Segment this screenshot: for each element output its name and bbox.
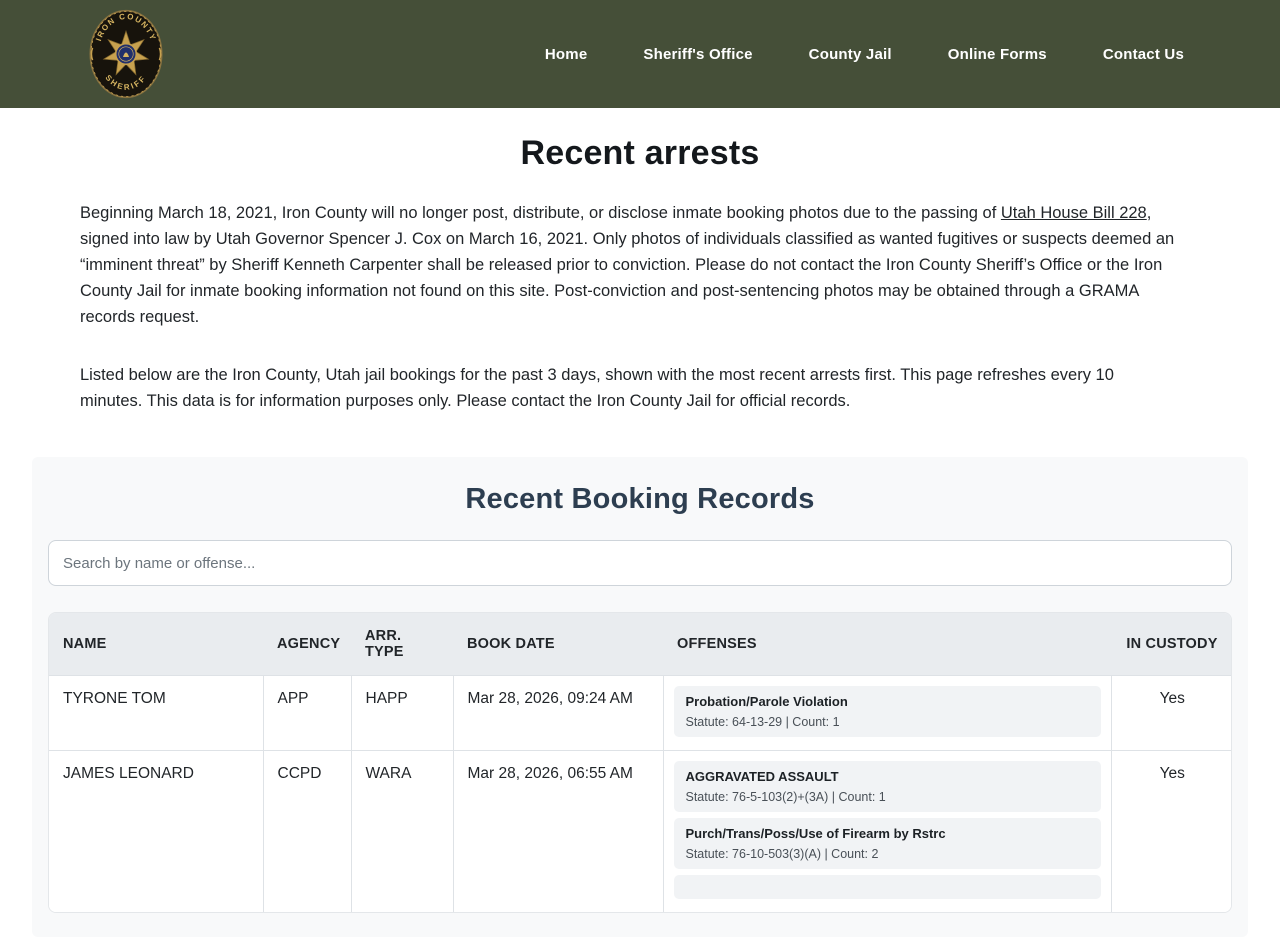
records-heading: Recent Booking Records bbox=[465, 483, 815, 515]
nav-sheriffs-office[interactable]: Sheriff's Office bbox=[643, 46, 752, 63]
nav-county-jail[interactable]: County Jail bbox=[809, 46, 892, 63]
row-book-date: Mar 28, 2026, 09:24 AM bbox=[452, 675, 663, 751]
offense-pill bbox=[673, 875, 1101, 899]
search-input[interactable] bbox=[48, 540, 1232, 586]
intro-after-link: , signed into law by Utah Governor Spenc… bbox=[80, 204, 1175, 326]
booking-table: NAME AGENCY ARR. TYPE BOOK DATE OFFENSES… bbox=[49, 613, 1231, 912]
col-header-name: NAME bbox=[49, 613, 263, 676]
main-nav: Home Sheriff's Office County Jail Online… bbox=[545, 46, 1280, 63]
utah-house-bill-link[interactable]: Utah House Bill 228 bbox=[1001, 204, 1147, 222]
intro-before-link: Beginning March 18, 2021, Iron County wi… bbox=[80, 204, 1001, 222]
offense-statute: Statute: 76-5-103(2)+(3A) | Count: 1 bbox=[685, 790, 886, 804]
nav-contact-us[interactable]: Contact Us bbox=[1103, 46, 1184, 63]
records-panel: Recent Booking Records NAME AGENCY ARR. … bbox=[32, 457, 1248, 937]
offense-title: AGGRAVATED ASSAULT bbox=[685, 769, 839, 784]
row-name: JAMES LEONARD bbox=[49, 750, 263, 912]
sheriff-badge-logo[interactable]: IRON COUNTY SHERIFF bbox=[88, 8, 164, 100]
row-name: TYRONE TOM bbox=[49, 675, 263, 751]
row-agency: CCPD bbox=[262, 750, 351, 912]
table-header-row: NAME AGENCY ARR. TYPE BOOK DATE OFFENSES… bbox=[49, 613, 1231, 676]
row-agency: APP bbox=[262, 675, 351, 751]
row-in-custody: Yes bbox=[1110, 750, 1231, 912]
offense-list: Probation/Parole Violation Statute: 64-1… bbox=[662, 675, 1111, 751]
offense-title: Probation/Parole Violation bbox=[685, 694, 848, 709]
table-row: JAMES LEONARD CCPD WARA Mar 28, 2026, 06… bbox=[49, 750, 1231, 912]
sheriff-badge-icon: IRON COUNTY SHERIFF bbox=[89, 9, 163, 99]
col-header-offenses: OFFENSES bbox=[663, 613, 1111, 676]
intro-paragraph: Beginning March 18, 2021, Iron County wi… bbox=[80, 200, 1180, 330]
offense-pill: Purch/Trans/Poss/Use of Firearm by Rstrc… bbox=[673, 818, 1101, 869]
row-in-custody: Yes bbox=[1110, 675, 1231, 751]
row-book-date: Mar 28, 2026, 06:55 AM bbox=[452, 750, 663, 912]
col-header-arr-type: ARR. TYPE bbox=[351, 613, 453, 676]
offense-title: Purch/Trans/Poss/Use of Firearm by Rstrc bbox=[685, 826, 946, 841]
site-header: IRON COUNTY SHERIFF Home Sheriff's Offic… bbox=[0, 0, 1280, 108]
col-header-agency: AGENCY bbox=[263, 613, 351, 676]
row-arr-type: HAPP bbox=[350, 675, 453, 751]
page-title: Recent arrests bbox=[520, 134, 760, 172]
col-header-in-custody: IN CUSTODY bbox=[1111, 613, 1231, 676]
main-content: Recent arrests Beginning March 18, 2021,… bbox=[0, 134, 1280, 937]
offense-pill: AGGRAVATED ASSAULT Statute: 76-5-103(2)+… bbox=[673, 761, 1101, 812]
listing-note-paragraph: Listed below are the Iron County, Utah j… bbox=[80, 366, 1114, 410]
col-header-book-date: BOOK DATE bbox=[453, 613, 663, 676]
row-arr-type: WARA bbox=[350, 750, 453, 912]
offense-pill: Probation/Parole Violation Statute: 64-1… bbox=[673, 686, 1101, 737]
booking-table-body: TYRONE TOM APP HAPP Mar 28, 2026, 09:24 … bbox=[49, 675, 1231, 912]
offense-list: AGGRAVATED ASSAULT Statute: 76-5-103(2)+… bbox=[662, 750, 1111, 912]
nav-home[interactable]: Home bbox=[545, 46, 587, 63]
offense-statute: Statute: 64-13-29 | Count: 1 bbox=[685, 715, 840, 729]
table-row: TYRONE TOM APP HAPP Mar 28, 2026, 09:24 … bbox=[49, 675, 1231, 751]
booking-table-card: NAME AGENCY ARR. TYPE BOOK DATE OFFENSES… bbox=[48, 612, 1232, 913]
nav-online-forms[interactable]: Online Forms bbox=[948, 46, 1047, 63]
offense-statute: Statute: 76-10-503(3)(A) | Count: 2 bbox=[685, 847, 879, 861]
